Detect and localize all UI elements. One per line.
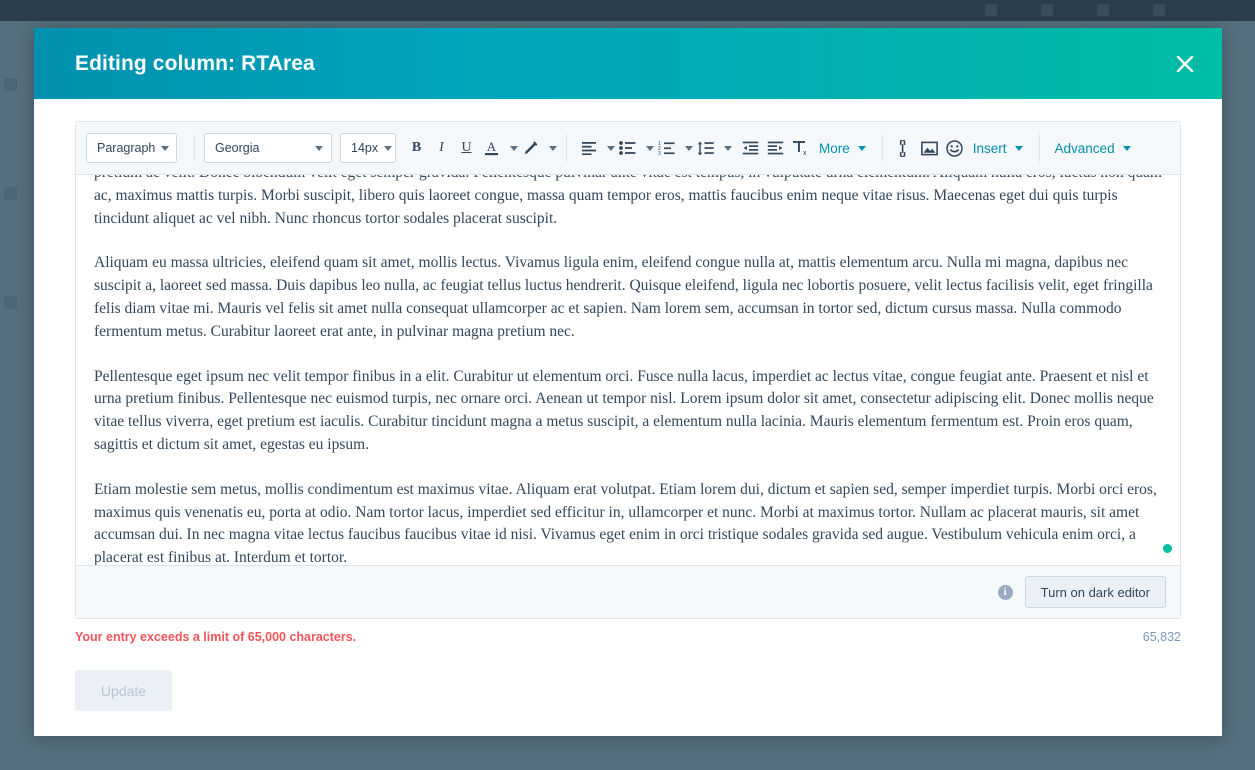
advanced-dropdown[interactable]: Advanced: [1049, 141, 1131, 156]
paragraph: Aliquam eu massa ultricies, eleifend qua…: [94, 254, 1153, 340]
chevron-down-icon: [857, 145, 866, 151]
status-dot-icon: [1163, 544, 1172, 553]
page-root: Editing column: RTArea Paragraph Georgia…: [0, 0, 1255, 770]
info-icon[interactable]: i: [997, 584, 1013, 600]
paragraph: pretium ac velit. Donec bibendum velit e…: [94, 175, 1162, 227]
document-body[interactable]: pretium ac velit. Donec bibendum velit e…: [94, 175, 1162, 565]
chevron-down-icon: [685, 145, 693, 151]
block-format-value: Paragraph: [97, 141, 156, 155]
character-counter: 65,832: [1142, 630, 1181, 644]
toolbar-divider-1: [194, 134, 195, 162]
editor-status-bar: i Turn on dark editor: [76, 565, 1180, 618]
svg-text:x: x: [803, 150, 807, 156]
background-sidebar-icon-2: [4, 187, 17, 200]
navbar-icon-3: [1097, 4, 1109, 16]
error-message: Your entry exceeds a limit of 65,000 cha…: [75, 630, 357, 644]
chevron-down-icon: [161, 145, 170, 151]
chevron-down-icon: [646, 145, 654, 151]
modal-footer: Update: [75, 670, 1181, 711]
indent-icon[interactable]: [763, 134, 788, 162]
page-title: Editing column: RTArea: [75, 51, 315, 75]
validation-row: Your entry exceeds a limit of 65,000 cha…: [75, 630, 1181, 644]
numbered-list-dropdown-icon[interactable]: [679, 134, 693, 162]
background-navbar-icons: [985, 4, 1165, 16]
align-left-icon[interactable]: [576, 134, 601, 162]
more-label: More: [819, 140, 850, 156]
block-format-select[interactable]: Paragraph: [86, 133, 177, 163]
outdent-icon[interactable]: [738, 134, 763, 162]
link-icon[interactable]: [892, 134, 917, 162]
modal-header: Editing column: RTArea: [34, 28, 1222, 99]
bulleted-list-group: [615, 134, 654, 162]
turn-on-dark-editor-button[interactable]: Turn on dark editor: [1024, 576, 1166, 608]
rich-text-editor: Paragraph Georgia 14px B I U A 1 2 3 x M…: [75, 121, 1181, 619]
navbar-icon-4: [1153, 4, 1165, 16]
chevron-down-icon: [384, 145, 393, 151]
background-sidebar-icon-1: [4, 78, 17, 91]
numbered-list-icon[interactable]: 1 2 3: [654, 134, 679, 162]
chevron-down-icon: [549, 145, 557, 151]
font-size-select[interactable]: 14px: [340, 133, 396, 163]
font-family-select[interactable]: Georgia: [204, 133, 332, 163]
more-dropdown[interactable]: More: [813, 141, 866, 156]
chevron-down-icon: [510, 145, 518, 151]
chevron-down-icon: [1014, 145, 1023, 151]
toolbar-divider-3: [881, 134, 883, 162]
chevron-down-icon: [607, 145, 615, 151]
background-top-navbar: [0, 0, 1255, 21]
insert-dropdown[interactable]: Insert: [967, 141, 1023, 156]
background-sidebar: [0, 78, 26, 368]
chevron-down-icon: [724, 145, 732, 151]
emoji-icon[interactable]: [942, 134, 967, 162]
toolbar-divider-4: [1038, 134, 1040, 162]
italic-button[interactable]: I: [429, 134, 454, 162]
editor-content-area[interactable]: pretium ac velit. Donec bibendum velit e…: [76, 175, 1180, 565]
numbered-list-group: 1 2 3: [654, 134, 693, 162]
navbar-icon-1: [985, 4, 997, 16]
line-height-dropdown-icon[interactable]: [718, 134, 732, 162]
text-color-group: A: [479, 134, 518, 162]
advanced-label: Advanced: [1054, 140, 1115, 156]
line-height-icon[interactable]: [693, 134, 718, 162]
update-button[interactable]: Update: [75, 670, 172, 711]
editor-toolbar: Paragraph Georgia 14px B I U A 1 2 3 x M…: [76, 122, 1180, 175]
svg-text:A: A: [487, 139, 497, 154]
chevron-down-icon: [1122, 145, 1131, 151]
bold-button[interactable]: B: [404, 134, 429, 162]
bulleted-list-icon[interactable]: [615, 134, 640, 162]
align-group: [576, 134, 615, 162]
background-sidebar-icon-3: [4, 296, 17, 309]
underline-button[interactable]: U: [454, 134, 479, 162]
navbar-icon-2: [1041, 4, 1053, 16]
paragraph: Pellentesque eget ipsum nec velit tempor…: [94, 367, 1154, 453]
highlight-pen-icon[interactable]: [518, 134, 543, 162]
text-color-dropdown-icon[interactable]: [504, 134, 518, 162]
edit-column-modal: Editing column: RTArea Paragraph Georgia…: [34, 28, 1222, 736]
font-family-value: Georgia: [215, 141, 260, 155]
chevron-down-icon: [315, 145, 323, 151]
svg-text:3: 3: [658, 151, 661, 155]
modal-body: Paragraph Georgia 14px B I U A 1 2 3 x M…: [34, 99, 1222, 711]
font-size-value: 14px: [351, 141, 379, 155]
paragraph: Etiam molestie sem metus, mollis condime…: [94, 480, 1157, 565]
highlight-dropdown-icon[interactable]: [543, 134, 557, 162]
close-icon[interactable]: [1168, 47, 1202, 81]
insert-label: Insert: [972, 140, 1007, 156]
align-dropdown-icon[interactable]: [601, 134, 615, 162]
line-height-group: [693, 134, 732, 162]
text-color-icon[interactable]: A: [479, 134, 504, 162]
highlight-group: [518, 134, 557, 162]
toolbar-divider-2: [566, 134, 567, 162]
bulleted-list-dropdown-icon[interactable]: [640, 134, 654, 162]
image-icon[interactable]: [917, 134, 942, 162]
clear-formatting-icon[interactable]: x: [788, 134, 813, 162]
